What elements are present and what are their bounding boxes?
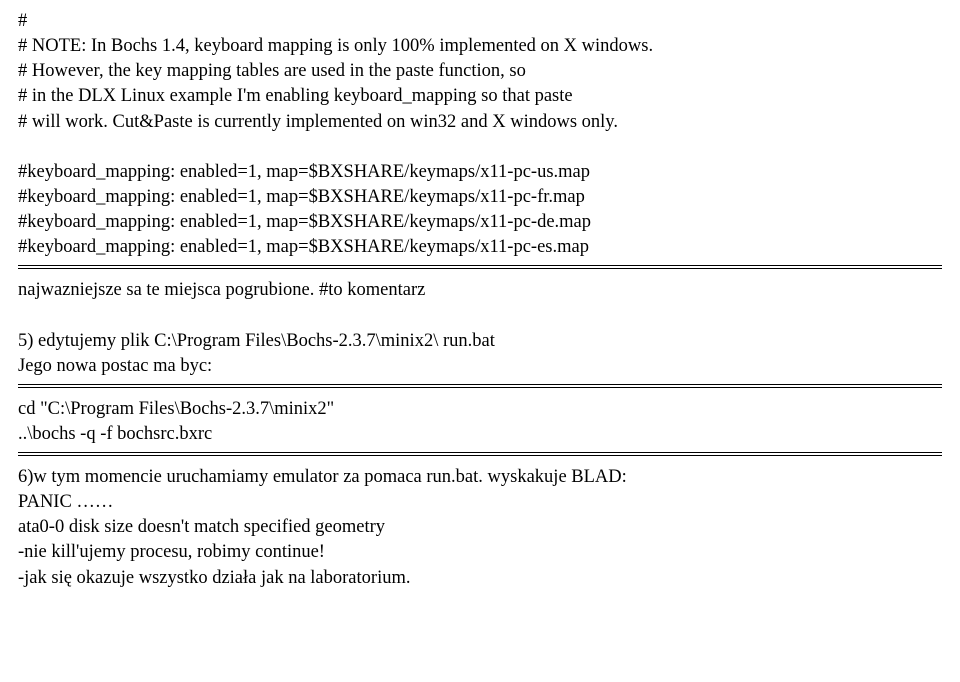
- command-block: cd "C:\Program Files\Bochs-2.3.7\minix2"…: [18, 398, 942, 446]
- text-line: # However, the key mapping tables are us…: [18, 60, 942, 83]
- text-line: Jego nowa postac ma byc:: [18, 355, 942, 378]
- document-body: # # NOTE: In Bochs 1.4, keyboard mapping…: [18, 10, 942, 590]
- blank-line: [18, 304, 942, 327]
- divider: [18, 265, 942, 269]
- text-line: # in the DLX Linux example I'm enabling …: [18, 85, 942, 108]
- text-line: #keyboard_mapping: enabled=1, map=$BXSHA…: [18, 161, 942, 184]
- text-line: -jak się okazuje wszystko działa jak na …: [18, 567, 942, 590]
- text-line: # NOTE: In Bochs 1.4, keyboard mapping i…: [18, 35, 942, 58]
- comment-block: # # NOTE: In Bochs 1.4, keyboard mapping…: [18, 10, 942, 259]
- text-line: #keyboard_mapping: enabled=1, map=$BXSHA…: [18, 211, 942, 234]
- text-line: ..\bochs -q -f bochsrc.bxrc: [18, 423, 942, 446]
- text-line: ata0-0 disk size doesn't match specified…: [18, 516, 942, 539]
- text-line: #keyboard_mapping: enabled=1, map=$BXSHA…: [18, 236, 942, 259]
- text-line: 5) edytujemy plik C:\Program Files\Bochs…: [18, 330, 942, 353]
- text-line: -nie kill'ujemy procesu, robimy continue…: [18, 541, 942, 564]
- text-line: # will work. Cut&Paste is currently impl…: [18, 111, 942, 134]
- instructions-block: najwazniejsze sa te miejsca pogrubione. …: [18, 279, 942, 378]
- text-line: 6)w tym momencie uruchamiamy emulator za…: [18, 466, 942, 489]
- text-line: cd "C:\Program Files\Bochs-2.3.7\minix2": [18, 398, 942, 421]
- divider: [18, 384, 942, 388]
- divider: [18, 452, 942, 456]
- notes-block: 6)w tym momencie uruchamiamy emulator za…: [18, 466, 942, 590]
- text-line: #: [18, 10, 942, 33]
- text-line: PANIC ……: [18, 491, 942, 514]
- text-line: najwazniejsze sa te miejsca pogrubione. …: [18, 279, 942, 302]
- text-line: #keyboard_mapping: enabled=1, map=$BXSHA…: [18, 186, 942, 209]
- blank-line: [18, 136, 942, 159]
